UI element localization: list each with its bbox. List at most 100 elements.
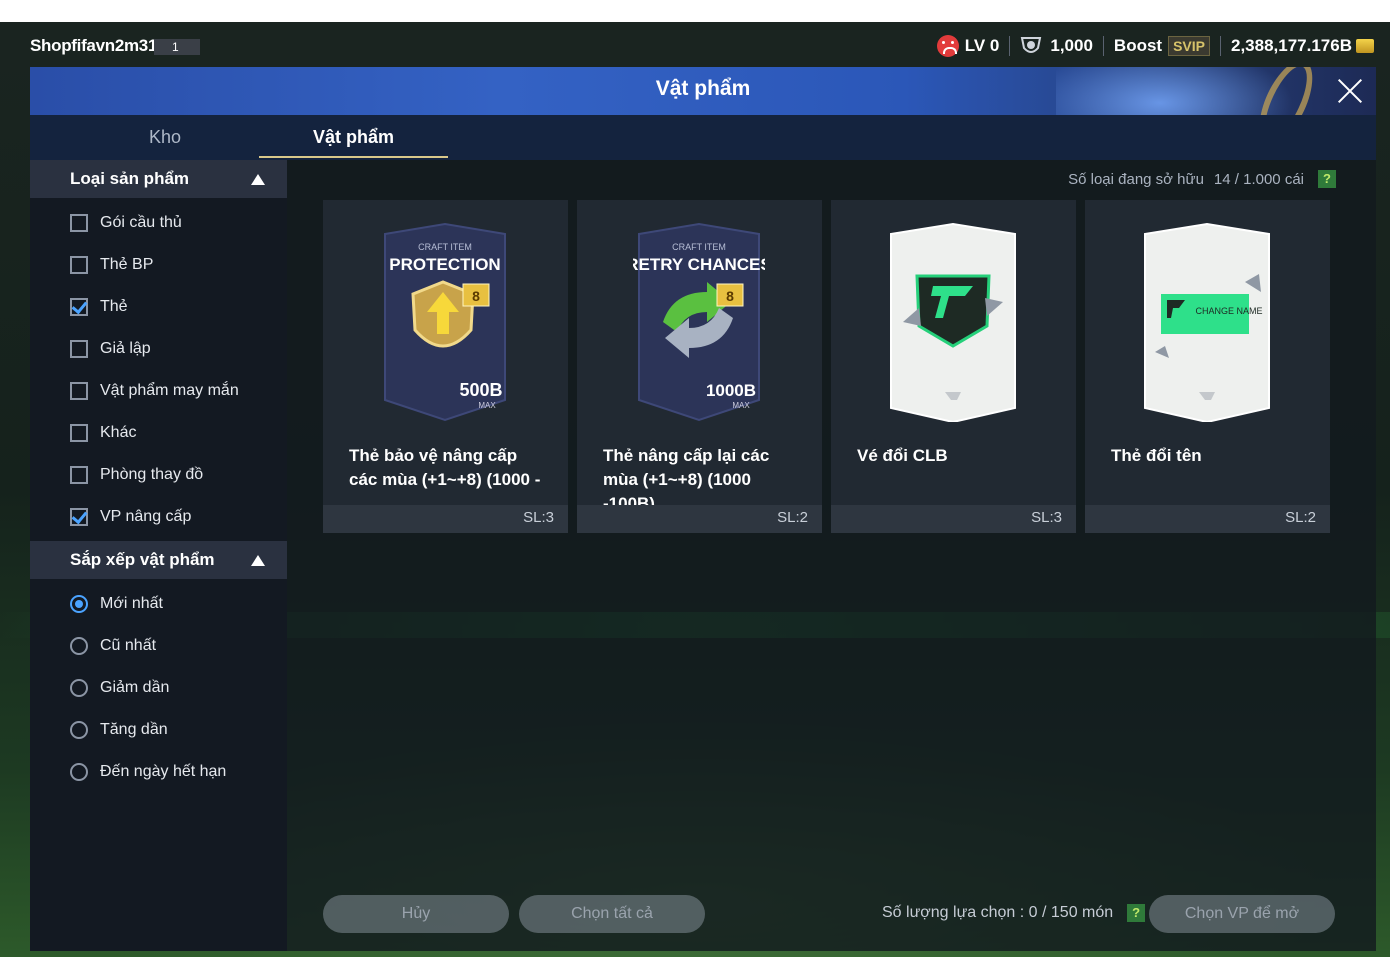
item-qty: SL:2 [1285, 509, 1316, 526]
divider [1220, 36, 1221, 56]
top-hud: Shopfifavn2m31 1 LV 0 1,000 Boost SVIP 2… [0, 22, 1390, 68]
checkbox-icon[interactable] [70, 214, 88, 232]
radio-selected-icon[interactable] [70, 595, 88, 613]
balance-value: 2,388,177.176B [1231, 36, 1352, 55]
filter-the[interactable]: Thẻ [70, 295, 128, 319]
card-kicker: CRAFT ITEM [418, 242, 472, 252]
tab-vat-pham[interactable]: Vật phẩm [259, 115, 448, 160]
filter-label: Vật phẩm may mắn [100, 382, 239, 399]
checkbox-icon[interactable] [70, 466, 88, 484]
filter-goi-cau-thu[interactable]: Gói cầu thủ [70, 211, 182, 235]
tab-bar: Kho Vật phẩm [30, 115, 1376, 160]
filter-gia-lap[interactable]: Giả lập [70, 337, 151, 361]
close-button[interactable] [1332, 73, 1368, 109]
item-card[interactable]: CRAFT ITEM PROTECTION 8 500B MAX Thẻ bảo… [323, 200, 568, 533]
item-qty: SL:3 [523, 509, 554, 526]
help-icon[interactable]: ? [1127, 904, 1146, 922]
window-title: Vật phẩm [655, 77, 751, 100]
top-strip [0, 0, 1390, 22]
filter-vp-nang-cap[interactable]: VP nâng cấp [70, 505, 191, 529]
mood-icon [936, 35, 959, 57]
product-type-title: Loại sản phẩm [70, 169, 190, 188]
checkbox-icon[interactable] [70, 382, 88, 400]
sort-label: Giảm dần [100, 679, 170, 696]
cancel-button[interactable]: Hủy [323, 895, 509, 933]
filter-label: Khác [100, 424, 137, 441]
divider [1102, 36, 1104, 56]
username[interactable]: Shopfifavn2m31 [30, 36, 157, 56]
sort-den-ngay-het-han[interactable]: Đến ngày hết hạn [70, 760, 226, 784]
select-all-button[interactable]: Chọn tất cả [519, 895, 705, 933]
checkbox-icon[interactable] [70, 424, 88, 442]
filter-khac[interactable]: Khác [70, 421, 136, 445]
card-level: 8 [472, 288, 480, 304]
svip-badge[interactable]: SVIP [1168, 36, 1210, 56]
collapse-icon[interactable] [251, 174, 265, 185]
open-selected-button[interactable]: Chọn VP để mở [1149, 895, 1335, 933]
checkbox-checked-icon[interactable] [70, 298, 88, 316]
radio-icon[interactable] [70, 679, 88, 697]
radio-icon[interactable] [70, 721, 88, 739]
card-kicker: CRAFT ITEM [672, 242, 726, 252]
qty-bar: SL:2 [577, 505, 822, 533]
card-cap: 500B [459, 380, 502, 400]
item-card[interactable]: Vé đổi CLB SL:3 [831, 200, 1076, 533]
card-cap: 1000B [706, 381, 756, 400]
filter-vat-pham-may-man[interactable]: Vật phẩm may mắn [70, 379, 239, 403]
item-card[interactable]: CRAFT ITEM RETRY CHANCES 8 1000B MAX Thẻ… [577, 200, 822, 533]
qty-bar: SL:3 [323, 505, 568, 533]
card-cap-note: MAX [478, 401, 496, 410]
product-type-header[interactable]: Loại sản phẩm [30, 160, 287, 198]
checkbox-checked-icon[interactable] [70, 508, 88, 526]
retry-card-art: CRAFT ITEM RETRY CHANCES 8 1000B MAX [633, 222, 765, 422]
sort-label: Tăng dần [100, 721, 168, 738]
card-title: RETRY CHANCES [633, 255, 765, 274]
sort-cu-nhat[interactable]: Cũ nhất [70, 634, 156, 658]
coin-icon [1356, 39, 1374, 53]
filter-label: Thẻ BP [100, 256, 154, 273]
sort-label: Đến ngày hết hạn [100, 763, 227, 780]
help-icon[interactable]: ? [1318, 170, 1336, 188]
name-change-card-art: CHANGE NAME [1144, 222, 1270, 422]
hud-stats: LV 0 1,000 Boost SVIP 2,388,177.176B [936, 34, 1374, 58]
tab-kho[interactable]: Kho [70, 115, 260, 160]
items-grid-area: Số loại đang sở hữu 14 / 1.000 cái ? CRA… [287, 160, 1376, 951]
item-name: Vé đổi CLB [857, 446, 948, 465]
radio-icon[interactable] [70, 763, 88, 781]
filter-the-bp[interactable]: Thẻ BP [70, 253, 153, 277]
owned-value: 14 / 1.000 cái [1213, 170, 1304, 188]
points-value: 1,000 [1050, 36, 1093, 55]
level-text: LV 0 [964, 36, 1000, 55]
checkbox-icon[interactable] [70, 340, 88, 358]
items-panel: Vật phẩm Kho Vật phẩm Loại sản phẩm Gói … [30, 67, 1376, 951]
sort-giam-dan[interactable]: Giảm dần [70, 676, 169, 700]
filter-label: Giả lập [100, 340, 151, 357]
protection-card-art: CRAFT ITEM PROTECTION 8 500B MAX [384, 222, 506, 422]
card-label: CHANGE NAME [1195, 306, 1262, 316]
filter-sidebar: Loại sản phẩm Gói cầu thủ Thẻ BP Thẻ Giả… [30, 160, 287, 951]
divider [1009, 36, 1011, 56]
sort-moi-nhat[interactable]: Mới nhất [70, 592, 163, 616]
radio-icon[interactable] [70, 637, 88, 655]
item-name: Thẻ đổi tên [1111, 446, 1202, 465]
item-card[interactable]: CHANGE NAME Thẻ đổi tên SL:2 [1085, 200, 1330, 533]
sort-header[interactable]: Sắp xếp vật phẩm [30, 541, 287, 579]
filter-label: Thẻ [100, 298, 128, 315]
user-badge: 1 [154, 39, 200, 55]
qty-bar: SL:2 [1085, 505, 1330, 533]
card-title: PROTECTION [389, 255, 500, 274]
club-swap-card-art [890, 222, 1016, 422]
card-level: 8 [726, 288, 734, 304]
filter-label: Gói cầu thủ [100, 214, 182, 231]
owned-count: Số loại đang sở hữu 14 / 1.000 cái ? [1068, 170, 1336, 188]
checkbox-icon[interactable] [70, 256, 88, 274]
filter-label: VP nâng cấp [100, 508, 192, 525]
qty-bar: SL:3 [831, 505, 1076, 533]
filter-phong-thay-do[interactable]: Phòng thay đồ [70, 463, 203, 487]
selection-label: Số lượng lựa chọn : 0 / 150 món [882, 904, 1114, 921]
collapse-icon[interactable] [251, 555, 265, 566]
boost-label[interactable]: Boost [1114, 36, 1162, 56]
sort-label: Mới nhất [100, 595, 163, 612]
sort-tang-dan[interactable]: Tăng dần [70, 718, 168, 742]
card-cap-note: MAX [732, 401, 750, 410]
